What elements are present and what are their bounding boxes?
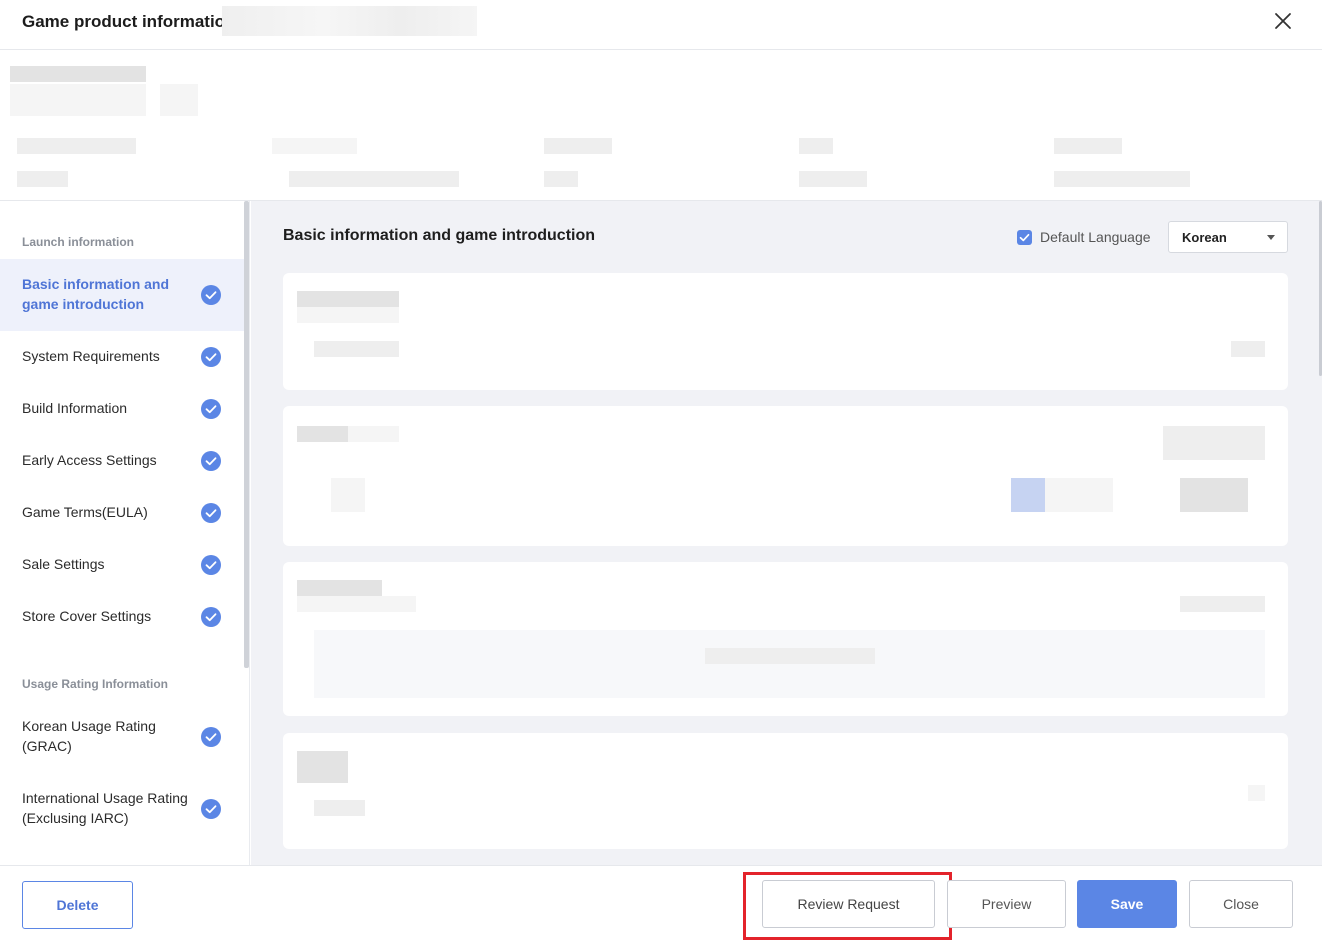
main-content: Basic information and game introduction … — [251, 201, 1322, 865]
redacted-block — [1180, 596, 1265, 612]
redacted-block — [297, 596, 416, 612]
redacted-block — [314, 630, 1265, 698]
check-circle-icon — [201, 799, 221, 819]
page-title: Basic information and game introduction — [283, 227, 596, 244]
redacted-block — [544, 171, 578, 187]
sidebar-item-label: Sale Settings — [22, 556, 105, 572]
redacted-block — [1011, 478, 1045, 512]
sidebar-item-label: System Requirements — [22, 348, 160, 364]
redacted-block — [348, 426, 399, 442]
sidebar-item-label: Build Information — [22, 400, 128, 416]
preview-button[interactable]: Preview — [947, 880, 1066, 928]
redacted-block — [1054, 171, 1190, 187]
info-card — [283, 273, 1288, 390]
info-card — [283, 733, 1288, 849]
language-select-value: Korean — [1182, 230, 1227, 245]
check-circle-icon — [201, 399, 221, 419]
sidebar-item-label: International Usage Rating (Exclusing IA… — [22, 790, 188, 826]
redacted-block — [297, 426, 348, 442]
sidebar-item-build-information[interactable]: Build Information — [0, 388, 244, 428]
close-button[interactable]: Close — [1189, 880, 1293, 928]
check-circle-icon — [201, 503, 221, 523]
sidebar-item-label: Store Cover Settings — [22, 608, 152, 624]
redacted-block — [1231, 341, 1265, 357]
check-circle-icon — [201, 347, 221, 367]
redacted-block — [297, 307, 399, 323]
close-icon[interactable] — [1270, 8, 1296, 34]
redacted-block — [1045, 478, 1113, 512]
redacted-block — [799, 138, 833, 154]
sidebar-item-sale-settings[interactable]: Sale Settings — [0, 544, 244, 584]
language-select[interactable]: Korean — [1168, 221, 1288, 253]
check-circle-icon — [201, 607, 221, 627]
sidebar-item-label: Early Access Settings — [22, 452, 157, 468]
redacted-block — [297, 580, 382, 596]
redacted-block — [10, 84, 146, 116]
check-circle-icon — [201, 727, 221, 747]
redacted-block — [160, 84, 198, 116]
info-card — [283, 562, 1288, 716]
dialog-footer: Delete Review Request Preview Save Close — [0, 865, 1322, 942]
info-card — [283, 406, 1288, 546]
check-circle-icon — [201, 285, 221, 305]
redacted-block — [10, 66, 146, 82]
sidebar-scrollbar[interactable] — [244, 201, 249, 668]
sidebar-item-label: Game Terms(EULA) — [22, 504, 148, 520]
redacted-block — [799, 171, 867, 187]
redacted-block — [297, 291, 399, 307]
redacted-block — [314, 800, 365, 816]
section-title-usage-rating: Usage Rating Information — [22, 677, 169, 691]
sidebar-item-store-cover[interactable]: Store Cover Settings — [0, 596, 244, 636]
redacted-block — [544, 138, 612, 154]
redacted-block — [17, 171, 68, 187]
redacted-block — [1248, 785, 1265, 801]
sidebar-item-label: Korean Usage Rating (GRAC) — [22, 718, 156, 754]
redacted-block — [314, 341, 399, 357]
redacted-block — [331, 478, 365, 512]
save-button[interactable]: Save — [1077, 880, 1177, 928]
redacted-block — [297, 751, 348, 783]
check-circle-icon — [201, 451, 221, 471]
redacted-block — [1163, 426, 1265, 460]
dialog-header: Game product information — [0, 0, 1322, 50]
default-language-checkbox[interactable] — [1017, 230, 1032, 245]
review-request-button[interactable]: Review Request — [762, 880, 935, 928]
check-circle-icon — [201, 555, 221, 575]
redacted-block — [705, 648, 875, 664]
delete-button[interactable]: Delete — [22, 881, 133, 929]
default-language-label: Default Language — [1040, 229, 1151, 245]
redacted-block — [17, 138, 136, 154]
section-title-launch: Launch information — [22, 235, 134, 249]
dialog-title: Game product information — [22, 12, 236, 31]
sidebar-item-basic-info[interactable]: Basic information and game introduction — [0, 259, 244, 331]
sidebar-item-early-access[interactable]: Early Access Settings — [0, 440, 244, 480]
sidebar-nav: Launch information Basic information and… — [0, 201, 250, 865]
redacted-block — [272, 138, 357, 154]
chevron-down-icon — [1267, 235, 1275, 240]
sidebar-item-international-rating[interactable]: International Usage Rating (Exclusing IA… — [0, 778, 244, 840]
redacted-block — [289, 171, 459, 187]
game-product-dialog: Game product information Launch informat… — [0, 0, 1322, 942]
redacted-title-suffix — [222, 6, 477, 36]
sidebar-item-system-requirements[interactable]: System Requirements — [0, 336, 244, 376]
sidebar-item-label: Basic information and game introduction — [22, 276, 170, 312]
redacted-block — [1180, 478, 1248, 512]
redacted-block — [1054, 138, 1122, 154]
sidebar-item-game-terms[interactable]: Game Terms(EULA) — [0, 492, 244, 532]
product-summary-redacted — [0, 50, 1322, 201]
sidebar-item-korean-rating[interactable]: Korean Usage Rating (GRAC) — [0, 706, 244, 768]
